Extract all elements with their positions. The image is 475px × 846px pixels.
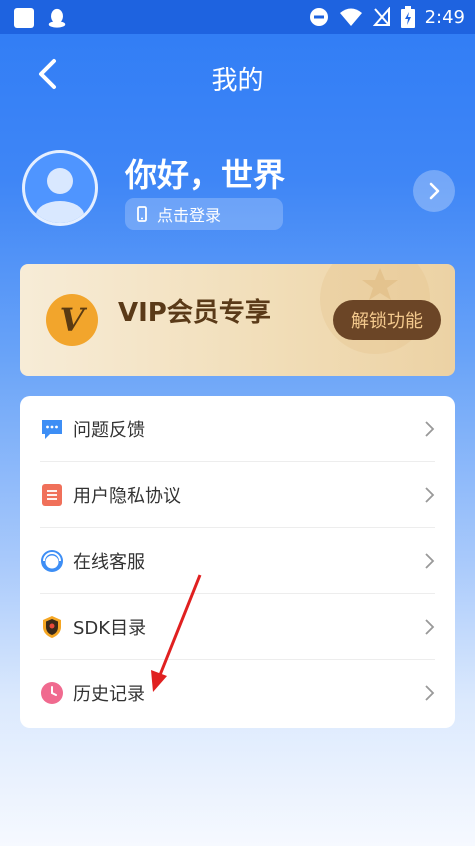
menu-item-feedback[interactable]: 问题反馈: [40, 396, 435, 462]
battery-charging-icon: [400, 6, 415, 28]
menu-item-label: 用户隐私协议: [73, 486, 181, 507]
title-bar: 我的: [0, 50, 475, 100]
customer-service-icon: [41, 550, 63, 572]
status-bar: 2:49: [0, 0, 475, 34]
notification-app-icon: [14, 8, 34, 28]
menu-card: 问题反馈 用户隐私协议 在线客服 SDK目录 历史记录: [20, 396, 455, 728]
menu-item-label: 历史记录: [73, 684, 145, 705]
shield-icon: [43, 616, 61, 638]
chevron-right-icon: [425, 553, 435, 569]
chevron-right-icon: [425, 619, 435, 635]
chevron-right-icon: [425, 487, 435, 503]
wifi-icon: [339, 8, 362, 26]
document-icon: [42, 484, 62, 506]
chevron-right-icon: [425, 421, 435, 437]
menu-item-label: 在线客服: [73, 552, 145, 573]
menu-item-label: SDK目录: [73, 618, 147, 639]
profile-detail-button[interactable]: [413, 170, 455, 212]
unlock-button[interactable]: 解锁功能: [333, 300, 441, 340]
clock-icon: [41, 682, 63, 704]
phone-icon: [137, 206, 147, 222]
menu-item-sdk-list[interactable]: SDK目录: [40, 594, 435, 660]
feedback-icon: [42, 420, 62, 439]
vip-title: VIP会员专享: [118, 298, 271, 328]
no-signal-icon: [372, 7, 390, 26]
vip-badge: V: [46, 294, 98, 346]
avatar[interactable]: [22, 150, 98, 226]
login-button[interactable]: 点击登录: [125, 198, 283, 230]
menu-item-label: 问题反馈: [73, 420, 145, 441]
do-not-disturb-icon: [309, 8, 328, 26]
chevron-right-icon: [425, 685, 435, 701]
greeting-text: 你好，世界: [125, 156, 286, 194]
menu-item-customer-service[interactable]: 在线客服: [40, 528, 435, 594]
star-decoration-icon: [362, 268, 398, 300]
default-avatar-icon: [36, 168, 84, 223]
profile-section: 你好，世界 点击登录: [0, 148, 475, 238]
page-title: 我的: [211, 66, 264, 96]
menu-item-history[interactable]: 历史记录: [40, 660, 435, 726]
qq-icon: [48, 8, 66, 28]
menu-item-privacy-policy[interactable]: 用户隐私协议: [40, 462, 435, 528]
chevron-right-icon: [429, 182, 440, 200]
vip-card[interactable]: V VIP会员专享 解锁功能: [20, 264, 455, 376]
login-label: 点击登录: [157, 206, 222, 225]
status-time: 2:49: [424, 6, 465, 28]
